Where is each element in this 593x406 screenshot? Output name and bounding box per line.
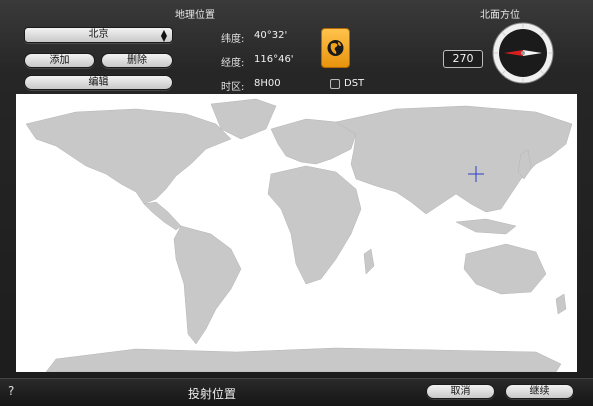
dst-label: DST — [344, 78, 365, 89]
heading-section-title: 北面方位 — [480, 10, 520, 21]
checkbox-icon[interactable] — [330, 79, 340, 89]
timezone-label: 时区: — [221, 82, 245, 93]
longitude-value: 116°46' — [254, 54, 294, 65]
cancel-button[interactable]: 取消 — [426, 384, 495, 399]
updown-arrows-icon: ▲ ▼ — [160, 28, 167, 43]
delete-button[interactable]: 删除 — [101, 53, 173, 68]
heading-input[interactable]: 270 — [443, 50, 483, 68]
globe-button[interactable] — [321, 28, 350, 68]
add-button[interactable]: 添加 — [24, 53, 95, 68]
globe-icon — [327, 40, 344, 56]
latitude-label: 纬度: — [221, 34, 245, 45]
timezone-value: 8H00 — [254, 78, 281, 89]
edit-button[interactable]: 编辑 — [24, 75, 173, 90]
continue-button[interactable]: 继续 — [505, 384, 574, 399]
longitude-label: 经度: — [221, 58, 245, 69]
location-section-title: 地理位置 — [175, 10, 215, 21]
world-map[interactable] — [16, 94, 577, 373]
compass-icon[interactable] — [490, 20, 556, 86]
city-popup[interactable]: 北京 ▲ ▼ — [24, 27, 173, 43]
latitude-value: 40°32' — [254, 30, 288, 41]
world-map-graphic — [25, 98, 573, 373]
help-button[interactable]: ? — [8, 384, 14, 398]
city-popup-value: 北京 — [88, 29, 109, 40]
footer-title: 投射位置 — [188, 387, 237, 401]
